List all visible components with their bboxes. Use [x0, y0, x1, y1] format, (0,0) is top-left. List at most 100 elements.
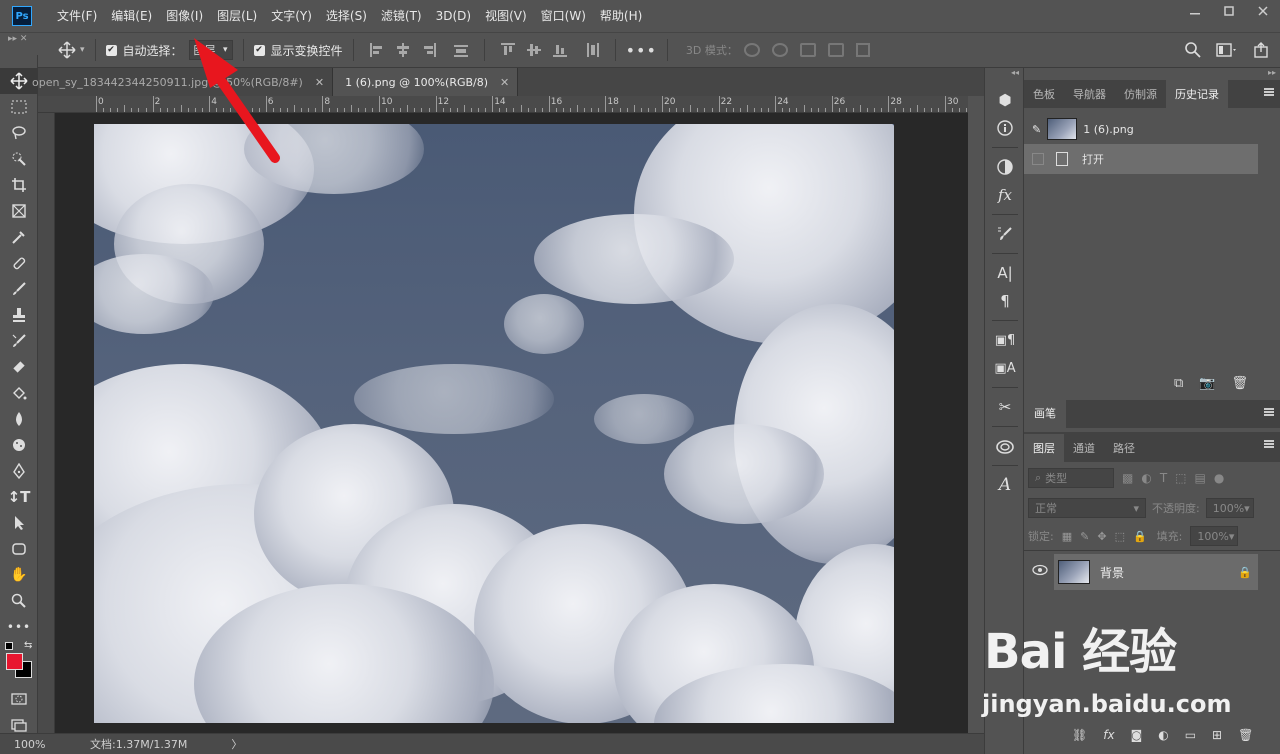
close-tab-icon[interactable]: ✕ [315, 76, 324, 89]
menu-help[interactable]: 帮助(H) [593, 0, 649, 32]
frame-tool[interactable] [0, 198, 38, 224]
smart-object-filter-icon[interactable]: ▤ [1195, 471, 1206, 485]
filter-toggle-icon[interactable]: ● [1214, 471, 1224, 485]
panel-menu-icon[interactable] [1264, 88, 1274, 96]
character-styles-button[interactable]: ▣A [985, 354, 1025, 382]
history-checkbox[interactable] [1032, 153, 1044, 165]
status-menu-arrow[interactable]: 〉 [231, 736, 242, 752]
visibility-eye-icon[interactable] [1032, 564, 1048, 576]
slide-3d-icon[interactable] [827, 43, 844, 57]
info-panel-button[interactable] [985, 114, 1025, 142]
foreground-color-swatch[interactable] [6, 653, 23, 670]
collapse-panels-icon[interactable]: ▸▸ [1024, 68, 1280, 80]
menu-type[interactable]: 文字(Y) [264, 0, 319, 32]
menu-file[interactable]: 文件(F) [50, 0, 104, 32]
auto-select-checkbox[interactable]: ✔ 自动选择： [105, 42, 183, 59]
tab-channels[interactable]: 通道 [1064, 434, 1104, 462]
crop-tool[interactable] [0, 172, 38, 198]
history-snapshot[interactable]: ✎ 1 (6).png [1024, 114, 1280, 144]
eyedropper-tool[interactable] [0, 224, 38, 250]
distribute-v-icon[interactable] [585, 43, 599, 57]
blend-mode-dropdown[interactable]: 正常 ▾ [1028, 498, 1146, 518]
healing-brush-tool[interactable] [0, 250, 38, 276]
libraries-panel-button[interactable] [985, 432, 1025, 460]
menu-select[interactable]: 选择(S) [319, 0, 374, 32]
layer-filter-dropdown[interactable]: ⌕ 类型 [1028, 468, 1114, 488]
panel-menu-icon[interactable] [1264, 408, 1274, 416]
clone-stamp-tool[interactable] [0, 302, 38, 328]
tab-navigator[interactable]: 导航器 [1064, 80, 1115, 108]
marquee-tool[interactable] [0, 94, 38, 120]
align-bottom-icon[interactable] [552, 43, 567, 57]
menu-3d[interactable]: 3D(D) [429, 0, 478, 32]
brush-settings-button[interactable] [985, 220, 1025, 248]
align-left-icon[interactable] [369, 43, 384, 57]
pen-tool[interactable] [0, 458, 38, 484]
blur-tool[interactable] [0, 406, 38, 432]
workspace-icon[interactable] [1216, 41, 1238, 59]
swap-colors-icon[interactable]: ⇆ [24, 640, 32, 651]
menu-edit[interactable]: 编辑(E) [104, 0, 159, 32]
paragraph-styles-button[interactable]: ▣¶ [985, 326, 1025, 354]
pixel-filter-icon[interactable]: ▩ [1122, 471, 1133, 485]
shape-tool[interactable] [0, 536, 38, 562]
menu-layer[interactable]: 图层(L) [210, 0, 264, 32]
align-center-v-icon[interactable] [526, 43, 541, 57]
hand-tool[interactable]: ✋ [0, 562, 38, 588]
menu-image[interactable]: 图像(I) [159, 0, 210, 32]
type-filter-icon[interactable]: T [1160, 471, 1167, 485]
pan-3d-icon[interactable] [799, 43, 816, 57]
opacity-input[interactable]: 100% ▾ [1205, 498, 1254, 518]
adjustment-filter-icon[interactable]: ◐ [1141, 471, 1151, 485]
distribute-h-icon[interactable] [453, 43, 468, 57]
history-brush-tool[interactable] [0, 328, 38, 354]
glyphs-panel-button[interactable]: A [985, 471, 1025, 499]
cloud-sky-image[interactable] [94, 124, 894, 723]
more-options-icon[interactable]: ••• [626, 41, 657, 60]
lasso-tool[interactable] [0, 120, 38, 146]
lock-transparent-icon[interactable]: ▦ [1062, 530, 1072, 543]
zoom-level[interactable]: 100% [0, 738, 50, 751]
align-center-h-icon[interactable] [396, 43, 410, 57]
fill-input[interactable]: 100% ▾ [1190, 526, 1239, 546]
sponge-tool[interactable] [0, 432, 38, 458]
tab-clone-source[interactable]: 仿制源 [1115, 80, 1166, 108]
paint-bucket-tool[interactable] [0, 380, 38, 406]
tab-document-2[interactable]: 1 (6).png @ 100%(RGB/8) ✕ [333, 68, 519, 96]
align-right-icon[interactable] [422, 43, 436, 57]
styles-panel-button[interactable]: fx [985, 181, 1025, 209]
close-tab-icon[interactable]: ✕ [500, 76, 509, 89]
canvas-area[interactable] [55, 113, 968, 733]
move-tool-preset[interactable]: ▾ [58, 41, 85, 59]
show-transform-checkbox[interactable]: ✔ 显示变换控件 [253, 42, 343, 59]
quick-mask-button[interactable] [0, 686, 38, 712]
menu-filter[interactable]: 滤镜(T) [374, 0, 429, 32]
search-icon[interactable] [1184, 41, 1202, 59]
share-icon[interactable] [1252, 41, 1270, 59]
paragraph-panel-button[interactable]: ¶ [985, 287, 1025, 315]
panel-menu-icon[interactable] [1264, 440, 1274, 448]
maximize-button[interactable] [1212, 0, 1246, 22]
minimize-button[interactable] [1178, 0, 1212, 22]
eraser-tool[interactable] [0, 354, 38, 380]
3d-panel-button[interactable]: ⬢ [985, 86, 1025, 114]
tab-history[interactable]: 历史记录 [1166, 80, 1228, 108]
layer-row-background[interactable]: 背景 🔒 [1054, 554, 1258, 590]
tab-document-1[interactable]: open_sy_183442344250911.jpg @ 50%(RGB/8#… [32, 68, 334, 96]
brush-panel-header[interactable]: 画笔 [1024, 400, 1280, 428]
roll-3d-icon[interactable] [771, 43, 788, 57]
brush-tool[interactable] [0, 276, 38, 302]
trash-icon[interactable]: 🗑 [1231, 376, 1248, 391]
orbit-3d-icon[interactable] [743, 43, 760, 57]
tab-swatches[interactable]: 色板 [1024, 80, 1064, 108]
type-tool[interactable]: ↕T [0, 484, 38, 510]
lock-artboard-icon[interactable]: ⬚ [1115, 530, 1125, 543]
auto-select-dropdown[interactable]: 图层 ▾ [188, 40, 233, 60]
menu-window[interactable]: 窗口(W) [534, 0, 593, 32]
align-top-icon[interactable] [500, 43, 515, 57]
camera-icon[interactable]: 📷 [1199, 376, 1215, 391]
new-document-from-state-icon[interactable]: ⧉ [1174, 376, 1183, 391]
default-colors-icon[interactable] [5, 642, 13, 650]
more-tools[interactable]: ••• [0, 614, 38, 640]
path-select-tool[interactable] [0, 510, 38, 536]
